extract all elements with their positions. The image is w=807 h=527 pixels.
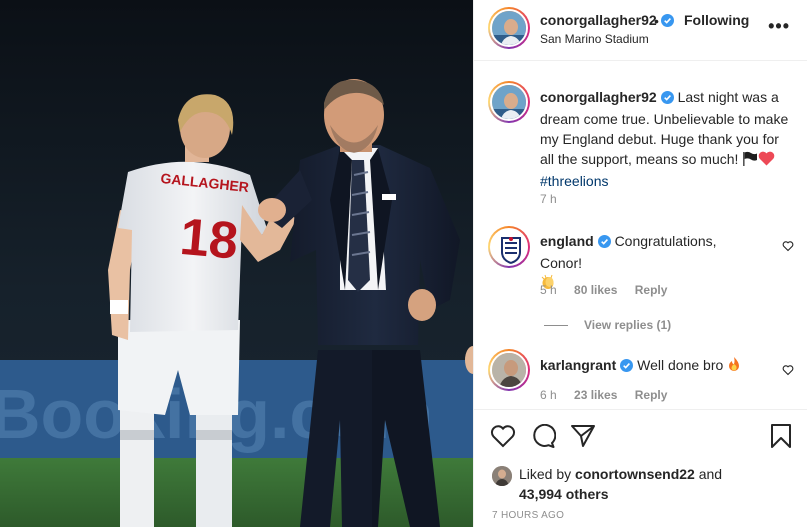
header-separator: •	[654, 13, 659, 29]
verified-icon	[620, 357, 634, 377]
comment-meta-karlangrant: 6 h 23 likes Reply	[540, 388, 681, 402]
black-flag-icon	[742, 151, 758, 171]
comment-like-heart-icon[interactable]	[782, 363, 794, 379]
comments-section[interactable]: conorgallagher92 Last night was a dream …	[474, 61, 807, 409]
share-icon[interactable]	[570, 424, 596, 451]
post-caption: conorgallagher92 Last night was a dream …	[540, 87, 790, 191]
caption-username[interactable]: conorgallagher92	[540, 89, 657, 105]
reply-button[interactable]: Reply	[635, 283, 668, 297]
three-lions-crest-icon	[492, 230, 526, 264]
likes-prefix: Liked by	[519, 466, 572, 482]
heart-icon[interactable]	[490, 424, 516, 451]
bookmark-icon[interactable]	[770, 424, 792, 451]
comment-likes-count[interactable]: 23 likes	[574, 388, 617, 402]
likes-others-count[interactable]: 43,994 others	[519, 486, 609, 502]
caption-hashtag[interactable]: #threelions	[540, 173, 609, 189]
comment-karlangrant: karlangrant Well done bro	[540, 355, 760, 377]
comment-avatar-england[interactable]	[488, 226, 530, 268]
reply-button[interactable]: Reply	[635, 388, 668, 402]
post-timestamp[interactable]: 7 HOURS AGO	[492, 510, 564, 521]
post-location[interactable]: San Marino Stadium	[540, 32, 649, 46]
jersey-number: 18	[178, 208, 241, 271]
comment-text: Well done bro	[637, 357, 724, 373]
author-avatar-image	[492, 11, 526, 45]
comment-time[interactable]: 6 h	[540, 388, 557, 402]
more-icon[interactable]: •••	[768, 16, 790, 37]
karlangrant-avatar-image	[492, 353, 526, 387]
comment-likes-count[interactable]: 80 likes	[574, 283, 617, 297]
photo-illustration: Booking.com GALLAGHER 18	[0, 0, 473, 527]
post-details-panel: conorgallagher92 • Following San Marino …	[473, 0, 807, 527]
post-actions-bar	[474, 409, 807, 410]
likes-middle: and	[698, 466, 723, 482]
view-replies-button[interactable]: View replies (1)	[544, 318, 671, 332]
verified-icon	[660, 89, 674, 109]
comment-username[interactable]: karlangrant	[540, 357, 616, 373]
liker-username[interactable]: conortownsend22	[575, 466, 695, 482]
instagram-post: Booking.com GALLAGHER 18	[0, 0, 807, 527]
author-avatar[interactable]	[488, 7, 530, 49]
caption-avatar-image	[492, 85, 526, 119]
comment-time[interactable]: 5 h	[540, 283, 557, 297]
author-username-text[interactable]: conorgallagher92	[540, 12, 657, 28]
red-heart-icon	[758, 151, 775, 171]
comment-like-heart-icon[interactable]	[782, 239, 794, 255]
caption-time[interactable]: 7 h	[540, 192, 557, 206]
following-button[interactable]: Following	[684, 12, 749, 28]
verified-icon	[660, 14, 674, 30]
post-photo[interactable]: Booking.com GALLAGHER 18	[0, 0, 473, 527]
comment-icon[interactable]	[530, 423, 557, 451]
liker-avatar[interactable]	[492, 466, 512, 486]
comment-meta-england: 5 h 80 likes Reply	[540, 283, 681, 297]
caption-avatar[interactable]	[488, 81, 530, 123]
fire-icon	[727, 356, 741, 377]
comment-username[interactable]: england	[540, 233, 594, 249]
post-header: conorgallagher92 • Following San Marino …	[474, 0, 807, 61]
comment-avatar-karlangrant[interactable]	[488, 349, 530, 391]
verified-icon	[597, 233, 611, 253]
